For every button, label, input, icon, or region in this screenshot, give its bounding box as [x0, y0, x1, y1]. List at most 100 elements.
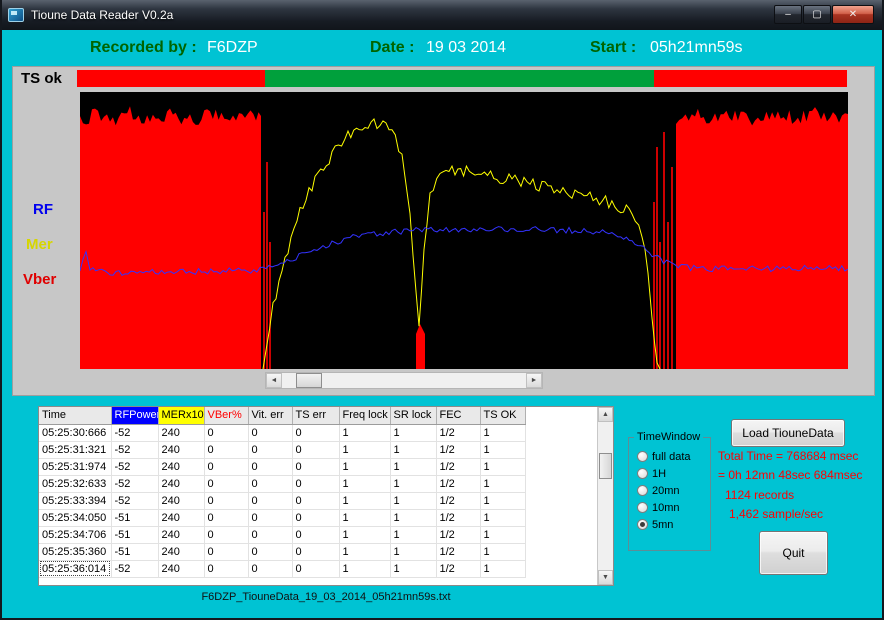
radio-option-1H[interactable]: 1H [629, 465, 710, 482]
table-cell[interactable]: 0 [292, 475, 339, 492]
table-cell[interactable]: 1 [339, 509, 390, 526]
table-cell[interactable]: 1/2 [436, 560, 480, 577]
table-row[interactable]: 05:25:34:706-51240000111/21 [39, 526, 525, 543]
table-cell[interactable]: 1 [390, 458, 436, 475]
table-cell[interactable]: 1 [339, 560, 390, 577]
table-cell[interactable]: 0 [292, 526, 339, 543]
radio-icon[interactable] [637, 485, 648, 496]
table-cell[interactable]: 05:25:31:974 [39, 458, 111, 475]
table-cell[interactable]: 0 [248, 475, 292, 492]
table-cell[interactable]: 1 [390, 543, 436, 560]
table-cell[interactable]: 0 [292, 458, 339, 475]
table-cell[interactable]: -52 [111, 492, 158, 509]
table-cell[interactable]: 1 [390, 424, 436, 441]
table-cell[interactable]: 240 [158, 543, 204, 560]
table-cell[interactable]: 1/2 [436, 458, 480, 475]
table-cell[interactable]: 1 [339, 441, 390, 458]
table-cell[interactable]: 0 [292, 424, 339, 441]
radio-icon[interactable] [637, 519, 648, 530]
table-cell[interactable]: -52 [111, 475, 158, 492]
table-cell[interactable]: 240 [158, 560, 204, 577]
load-tiounedata-button[interactable]: Load TiouneData [731, 419, 845, 447]
table-cell[interactable]: 05:25:31:321 [39, 441, 111, 458]
table-cell[interactable]: 1 [390, 560, 436, 577]
table-row[interactable]: 05:25:35:360-51240000111/21 [39, 543, 525, 560]
table-cell[interactable]: 0 [204, 509, 248, 526]
table-cell[interactable]: 1/2 [436, 492, 480, 509]
table-cell[interactable]: 0 [292, 543, 339, 560]
table-cell[interactable]: 1 [480, 441, 525, 458]
table-cell[interactable]: 0 [292, 509, 339, 526]
scroll-down-icon[interactable]: ▼ [598, 570, 613, 585]
scroll-left-icon[interactable]: ◄ [266, 373, 282, 388]
table-cell[interactable]: 240 [158, 424, 204, 441]
table-cell[interactable]: 1 [339, 424, 390, 441]
radio-option-10mn[interactable]: 10mn [629, 499, 710, 516]
table-cell[interactable]: 1/2 [436, 475, 480, 492]
vscroll-thumb[interactable] [599, 453, 612, 479]
hscroll-thumb[interactable] [296, 373, 322, 388]
table-cell[interactable]: 1 [480, 492, 525, 509]
table-cell[interactable]: 1 [390, 492, 436, 509]
table-cell[interactable]: 1 [480, 458, 525, 475]
quit-button[interactable]: Quit [759, 531, 828, 575]
table-cell[interactable]: 0 [248, 509, 292, 526]
table-cell[interactable]: 0 [248, 458, 292, 475]
table-cell[interactable]: 0 [204, 458, 248, 475]
table-row[interactable]: 05:25:36:014-52240000111/21 [39, 560, 525, 577]
table-cell[interactable]: 1 [339, 492, 390, 509]
table-cell[interactable]: 0 [248, 492, 292, 509]
table-row[interactable]: 05:25:33:394-52240000111/21 [39, 492, 525, 509]
table-row[interactable]: 05:25:31:974-52240000111/21 [39, 458, 525, 475]
table-cell[interactable]: 240 [158, 458, 204, 475]
table-cell[interactable]: 240 [158, 475, 204, 492]
table-cell[interactable]: 0 [248, 526, 292, 543]
radio-icon[interactable] [637, 502, 648, 513]
table-cell[interactable]: 0 [248, 560, 292, 577]
table-cell[interactable]: 1 [480, 526, 525, 543]
table-cell[interactable]: -51 [111, 509, 158, 526]
table-cell[interactable]: 0 [204, 526, 248, 543]
radio-option-full-data[interactable]: full data [629, 448, 710, 465]
table-cell[interactable]: -52 [111, 458, 158, 475]
table-cell[interactable]: 1/2 [436, 543, 480, 560]
table-cell[interactable]: 0 [248, 543, 292, 560]
table-cell[interactable]: 0 [204, 475, 248, 492]
radio-option-20mn[interactable]: 20mn [629, 482, 710, 499]
radio-icon[interactable] [637, 468, 648, 479]
table-cell[interactable]: 1/2 [436, 509, 480, 526]
table-cell[interactable]: 0 [292, 441, 339, 458]
table-cell[interactable]: 1 [390, 526, 436, 543]
table-cell[interactable]: 1/2 [436, 526, 480, 543]
maximize-button[interactable]: ▢ [803, 5, 831, 24]
table-cell[interactable]: 1 [339, 543, 390, 560]
table-cell[interactable]: 05:25:34:050 [39, 509, 111, 526]
table-cell[interactable]: 0 [204, 441, 248, 458]
table-cell[interactable]: 1 [339, 526, 390, 543]
table-vertical-scrollbar[interactable]: ▲ ▼ [597, 407, 613, 585]
table-cell[interactable]: 0 [204, 560, 248, 577]
scroll-up-icon[interactable]: ▲ [598, 407, 613, 422]
table-row[interactable]: 05:25:30:666-52240000111/21 [39, 424, 525, 441]
table-cell[interactable]: 05:25:36:014 [39, 560, 111, 577]
table-row[interactable]: 05:25:34:050-51240000111/21 [39, 509, 525, 526]
table-cell[interactable]: 1 [480, 560, 525, 577]
minimize-button[interactable]: – [774, 5, 802, 24]
table-cell[interactable]: 1 [390, 475, 436, 492]
table-cell[interactable]: -52 [111, 560, 158, 577]
table-cell[interactable]: 05:25:35:360 [39, 543, 111, 560]
table-cell[interactable]: 05:25:32:633 [39, 475, 111, 492]
table-row[interactable]: 05:25:31:321-52240000111/21 [39, 441, 525, 458]
radio-option-5mn[interactable]: 5mn [629, 516, 710, 533]
table-cell[interactable]: 05:25:30:666 [39, 424, 111, 441]
table-cell[interactable]: 1/2 [436, 424, 480, 441]
table-cell[interactable]: 0 [248, 424, 292, 441]
table-cell[interactable]: -52 [111, 424, 158, 441]
radio-icon[interactable] [637, 451, 648, 462]
table-cell[interactable]: 0 [204, 492, 248, 509]
table-cell[interactable]: 1 [480, 475, 525, 492]
table-cell[interactable]: 1 [480, 509, 525, 526]
table-row[interactable]: 05:25:32:633-52240000111/21 [39, 475, 525, 492]
table-cell[interactable]: 1/2 [436, 441, 480, 458]
table-cell[interactable]: 05:25:33:394 [39, 492, 111, 509]
